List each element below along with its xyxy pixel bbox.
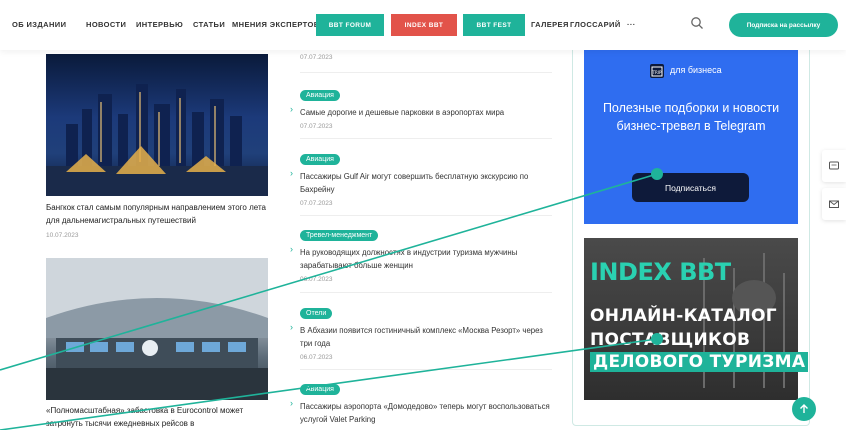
news-title[interactable]: Пассажиры Gulf Air могут совершить беспл… xyxy=(300,170,552,196)
subscribe-newsletter-button[interactable]: Подписка на рассылку xyxy=(729,13,838,37)
news-date: 07.07.2023 xyxy=(300,54,333,61)
bbt-banner-line3-text: ДЕЛОВОГО ТУРИЗМА xyxy=(590,352,809,372)
divider xyxy=(300,215,552,216)
chat-icon xyxy=(829,161,839,170)
category-tag[interactable]: Авиация xyxy=(300,384,340,395)
chevron-right-icon: › xyxy=(290,104,293,114)
chevron-right-icon: › xyxy=(290,168,293,178)
news-date: 07.07.2023 xyxy=(300,200,333,207)
nav-link-interviews[interactable]: ИНТЕРВЬЮ xyxy=(136,20,183,29)
eurocontrol-news-image[interactable] xyxy=(46,258,268,400)
telegram-banner-brand: для бизнеса xyxy=(670,65,722,75)
list-item[interactable]: Авиация › Пассажиры аэропорта «Домодедов… xyxy=(290,378,552,426)
list-item[interactable]: Тревел-менеджмент › На руководящих должн… xyxy=(290,224,552,283)
search-icon[interactable] xyxy=(690,16,704,30)
category-tag[interactable]: Авиация xyxy=(300,154,340,165)
list-item[interactable]: Авиация › Самые дорогие и дешевые парков… xyxy=(290,84,552,130)
list-item: 07.07.2023 xyxy=(290,54,552,61)
news-title-eurocontrol[interactable]: «Полномасштабная» забастовка в Eurocontr… xyxy=(46,404,276,430)
arrow-up-icon xyxy=(800,404,808,413)
nav-link-experts[interactable]: МНЕНИЯ ЭКСПЕРТОВ xyxy=(232,20,320,29)
trip-logo-icon: TRIP xyxy=(650,64,664,78)
svg-text:TRIP: TRIP xyxy=(652,70,662,75)
news-title[interactable]: Пассажиры аэропорта «Домодедово» теперь … xyxy=(300,400,552,426)
nav-more-menu[interactable]: ··· xyxy=(627,20,636,29)
bbt-forum-button[interactable]: BBT FORUM xyxy=(316,14,384,36)
index-bbt-logo: INDEX BBT xyxy=(590,258,731,286)
side-chat-tab[interactable] xyxy=(822,150,846,182)
scroll-to-top-button[interactable] xyxy=(792,397,816,421)
news-title[interactable]: В Абхазии появится гостиничный комплекс … xyxy=(300,324,552,350)
category-tag[interactable]: Тревел-менеджмент xyxy=(300,230,379,241)
chevron-right-icon: › xyxy=(290,244,293,254)
nav-link-articles[interactable]: СТАТЬИ xyxy=(193,20,225,29)
telegram-subscribe-button[interactable]: Подписаться xyxy=(632,173,749,202)
news-date: 06.07.2023 xyxy=(300,354,333,361)
list-item[interactable]: Авиация › Пассажиры Gulf Air могут совер… xyxy=(290,148,552,207)
news-title[interactable]: Самые дорогие и дешевые парковки в аэроп… xyxy=(300,106,552,119)
bbt-banner-line3: ДЕЛОВОГО ТУРИЗМА xyxy=(590,352,809,372)
chevron-right-icon: › xyxy=(290,398,293,408)
side-mail-tab[interactable] xyxy=(822,188,846,220)
bbt-banner-line2: ПОСТАВЩИКОВ xyxy=(590,330,751,350)
top-navigation: ОБ ИЗДАНИИ НОВОСТИ ИНТЕРВЬЮ СТАТЬИ МНЕНИ… xyxy=(0,0,846,50)
list-item[interactable]: Отели › В Абхазии появится гостиничный к… xyxy=(290,302,552,361)
nav-link-about[interactable]: ОБ ИЗДАНИИ xyxy=(12,20,66,29)
news-date: 06.07.2023 xyxy=(300,276,333,283)
telegram-banner-text: Полезные подборки и новости бизнес-треве… xyxy=(602,101,780,133)
news-title-bangkok[interactable]: Бангкок стал самым популярным направлени… xyxy=(46,201,276,227)
divider xyxy=(300,292,552,293)
bbt-banner-line1: ОНЛАЙН-КАТАЛОГ xyxy=(590,306,777,326)
nav-link-glossary[interactable]: ГЛОССАРИЙ xyxy=(570,20,621,29)
nav-link-news[interactable]: НОВОСТИ xyxy=(86,20,126,29)
category-tag[interactable]: Отели xyxy=(300,308,333,319)
index-bbt-button[interactable]: INDEX BBT xyxy=(391,14,457,36)
bbt-fest-button[interactable]: BBT FEST xyxy=(463,14,525,36)
news-title[interactable]: На руководящих должностях в индустрии ту… xyxy=(300,246,552,272)
news-date: 10.07.2023 xyxy=(46,232,79,239)
news-date: 07.07.2023 xyxy=(300,123,333,130)
divider xyxy=(300,369,552,370)
category-tag[interactable]: Авиация xyxy=(300,90,340,101)
chevron-right-icon: › xyxy=(290,322,293,332)
divider xyxy=(300,72,552,73)
mail-icon xyxy=(829,200,839,208)
nav-link-gallery[interactable]: ГАЛЕРЕЯ xyxy=(531,20,569,29)
divider xyxy=(300,138,552,139)
bangkok-news-image[interactable] xyxy=(46,54,268,196)
